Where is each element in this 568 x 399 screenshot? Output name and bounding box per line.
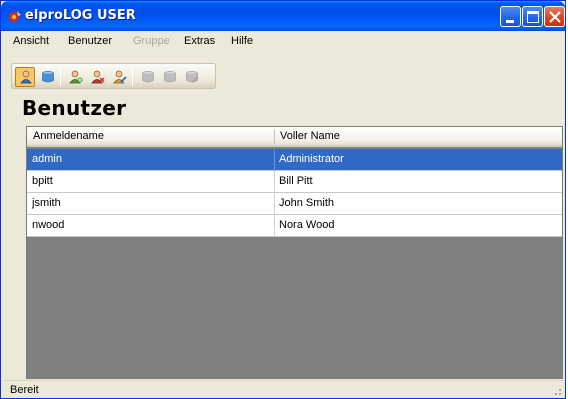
delete-group-icon [164,71,176,83]
menu-ansicht[interactable]: Ansicht [13,35,49,47]
grid-header: Anmeldename Voller Name [27,127,562,147]
cell-fullname: Bill Pitt [279,175,313,187]
app-icon [8,9,23,24]
add-user-icon [69,70,83,84]
toolbar-delete-group-button[interactable] [159,67,179,87]
menu-gruppe[interactable]: Gruppe [133,35,170,47]
menu-hilfe[interactable]: Hilfe [231,35,253,47]
column-header-fullname[interactable]: Voller Name [274,127,562,147]
edit-group-icon [186,71,199,83]
status-text: Bereit [10,384,39,396]
cell-fullname: Administrator [279,153,344,165]
close-icon [549,11,561,23]
add-group-icon [142,71,154,83]
maximize-icon [527,11,539,23]
maximize-button[interactable] [522,6,543,27]
window-title: elproLOG USER [25,8,136,23]
cell-login: admin [32,153,62,165]
cell-login: bpitt [32,175,53,187]
menu-bar: Ansicht Benutzer Gruppe Extras Hilfe [4,31,564,51]
toolbar [11,63,216,89]
toolbar-separator [132,68,133,86]
menu-benutzer[interactable]: Benutzer [68,35,112,47]
toolbar-users-view-button[interactable] [15,67,35,87]
edit-user-icon [113,70,127,84]
users-view-icon [20,70,32,84]
title-bar[interactable]: elproLOG USER [1,1,565,31]
app-window: elproLOG USER Ansicht Benutzer Gruppe Ex… [0,0,566,399]
delete-user-icon [91,70,105,84]
toolbar-separator [60,68,61,86]
users-grid[interactable]: Anmeldename Voller Name admin Administra… [26,126,563,379]
table-row[interactable]: nwood Nora Wood [27,215,562,237]
cell-login: jsmith [32,197,61,209]
table-row[interactable]: bpitt Bill Pitt [27,171,562,193]
toolbar-edit-group-button[interactable] [181,67,201,87]
groups-view-icon [42,71,54,83]
toolbar-add-group-button[interactable] [137,67,157,87]
table-row[interactable]: admin Administrator [27,149,562,171]
status-bar: Bereit [4,380,564,398]
cell-fullname: Nora Wood [279,219,335,231]
page-title: Benutzer [22,96,127,120]
menu-extras[interactable]: Extras [184,35,215,47]
resize-grip-icon[interactable] [550,384,562,396]
close-button[interactable] [544,6,565,27]
toolbar-delete-user-button[interactable] [87,67,107,87]
toolbar-groups-view-button[interactable] [37,67,57,87]
toolbar-edit-user-button[interactable] [109,67,129,87]
cell-login: nwood [32,219,65,231]
minimize-icon [506,20,514,23]
cell-fullname: John Smith [279,197,335,209]
column-header-login[interactable]: Anmeldename [27,127,274,147]
table-row[interactable]: jsmith John Smith [27,193,562,215]
toolbar-add-user-button[interactable] [65,67,85,87]
minimize-button[interactable] [500,6,521,27]
